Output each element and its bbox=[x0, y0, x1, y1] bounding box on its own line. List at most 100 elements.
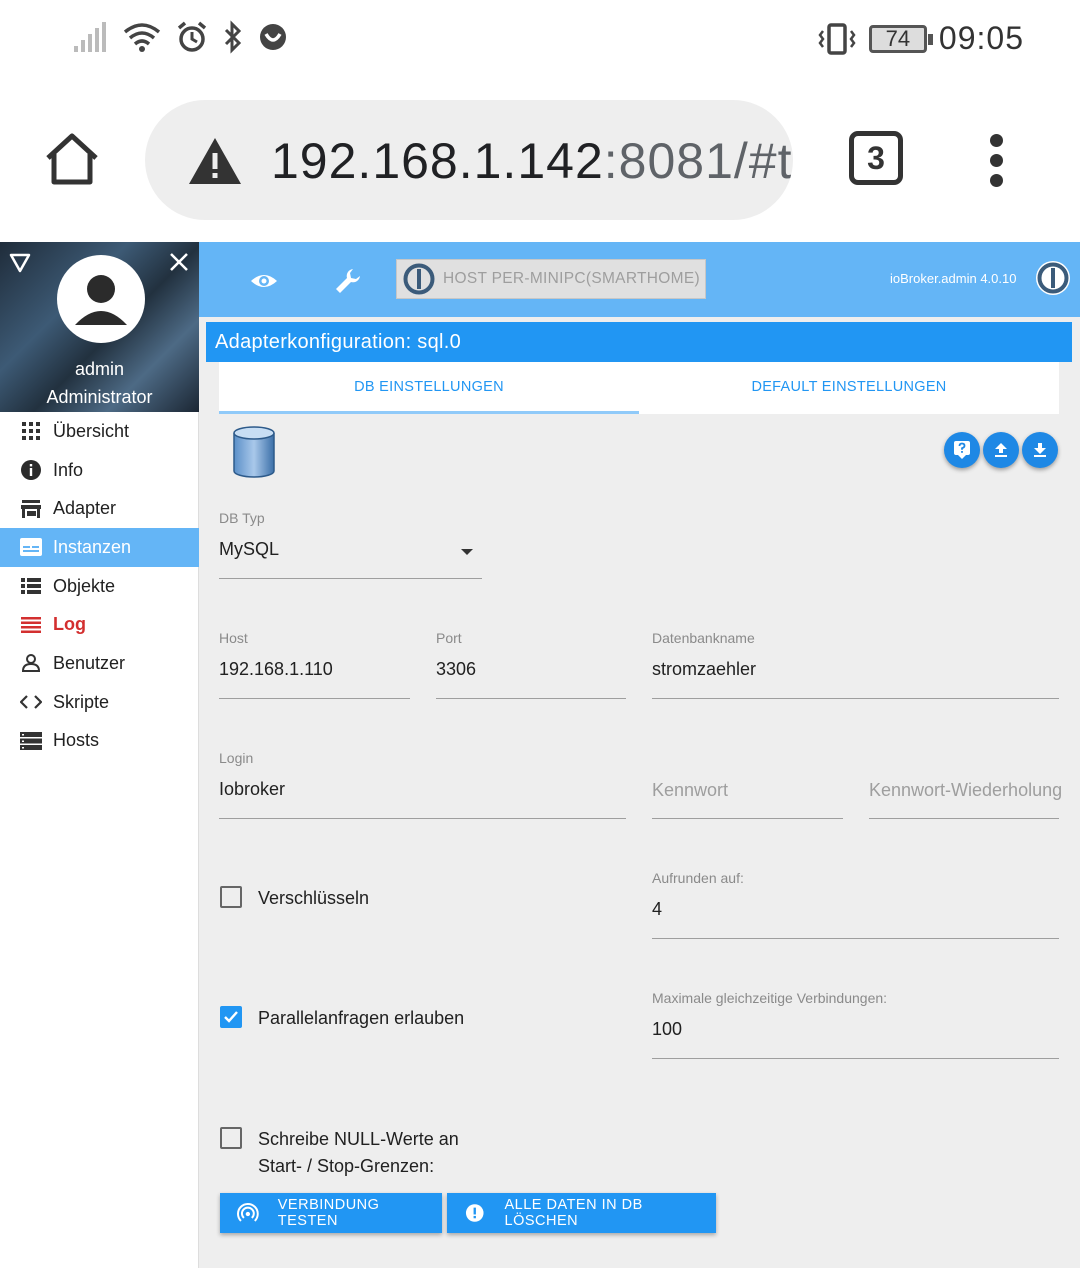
host-value[interactable]: 192.168.1.110 bbox=[219, 659, 333, 680]
alarm-icon bbox=[177, 21, 207, 52]
max-connections-value[interactable]: 100 bbox=[652, 1019, 682, 1040]
delete-all-data-button[interactable]: ALLE DATEN IN DB LÖSCHEN bbox=[447, 1193, 716, 1233]
sidebar-item-label: Skripte bbox=[53, 691, 110, 712]
url-path: :8081/#t bbox=[603, 133, 793, 189]
person-icon bbox=[75, 275, 127, 325]
wrench-icon[interactable] bbox=[333, 266, 363, 296]
db-type-label: DB Typ bbox=[219, 510, 265, 526]
write-null-label: Schreibe NULL-Werte an Start- / Stop-Gre… bbox=[258, 1126, 459, 1180]
overflow-menu-icon[interactable] bbox=[984, 134, 1008, 188]
max-connections-field[interactable]: Maximale gleichzeitige Verbindungen: 100 bbox=[652, 990, 1059, 1060]
sidebar: admin Administrator Übersicht Info Adapt… bbox=[0, 242, 199, 1268]
tab-db-einstellungen[interactable]: DB EINSTELLUNGEN bbox=[219, 362, 639, 414]
url-text[interactable]: 192.168.1.142:8081/#t bbox=[271, 132, 792, 190]
sidebar-header: admin Administrator bbox=[0, 242, 199, 412]
host-label: Host bbox=[219, 630, 248, 646]
vibrate-icon bbox=[818, 22, 856, 55]
delete-all-data-label: ALLE DATEN IN DB LÖSCHEN bbox=[504, 1197, 643, 1229]
wifi-icon bbox=[123, 23, 161, 52]
iobroker-admin: admin Administrator Übersicht Info Adapt… bbox=[0, 242, 1080, 1268]
password-field[interactable]: Kennwort bbox=[652, 750, 843, 820]
user-name: admin bbox=[74, 359, 125, 379]
port-value[interactable]: 3306 bbox=[436, 659, 476, 680]
eye-icon[interactable] bbox=[249, 266, 279, 296]
sidebar-item-hosts[interactable]: Hosts bbox=[0, 722, 199, 761]
alert-circle-icon bbox=[465, 1204, 484, 1222]
signal-icon bbox=[74, 22, 106, 52]
help-icon bbox=[954, 441, 970, 459]
port-field[interactable]: Port 3306 bbox=[436, 630, 626, 700]
page-title: Adapterkonfiguration: sql.0 bbox=[206, 322, 1072, 362]
tab-switcher-button[interactable]: 3 bbox=[849, 131, 903, 185]
status-bar: 74 09:05 bbox=[0, 0, 1080, 78]
sidebar-item-skripte[interactable]: Skripte bbox=[0, 683, 199, 722]
host-selector[interactable]: HOST PER-MINIPC(SMARTHOME) bbox=[396, 259, 706, 299]
sidebar-item-info[interactable]: Info bbox=[0, 451, 199, 490]
download-icon bbox=[1034, 443, 1046, 457]
sidebar-item-log[interactable]: Log bbox=[0, 605, 199, 644]
help-button[interactable] bbox=[944, 432, 980, 468]
sidebar-item-label: Adapter bbox=[53, 498, 117, 519]
write-null-checkbox[interactable] bbox=[220, 1127, 242, 1149]
round-field[interactable]: Aufrunden auf: 4 bbox=[652, 870, 1059, 940]
dbname-value[interactable]: stromzaehler bbox=[652, 659, 756, 680]
db-type-select[interactable]: DB Typ MySQL bbox=[219, 510, 482, 580]
dbname-field[interactable]: Datenbankname stromzaehler bbox=[652, 630, 1059, 700]
status-icons-right: 74 09:05 bbox=[817, 20, 1024, 57]
login-field[interactable]: Login Iobroker bbox=[219, 750, 626, 820]
password-repeat-field[interactable]: Kennwort-Wiederholung bbox=[869, 750, 1063, 820]
sidebar-item-uebersicht[interactable]: Übersicht bbox=[0, 412, 199, 451]
config-tabs: DB EINSTELLUNGEN DEFAULT EINSTELLUNGEN bbox=[219, 362, 1059, 414]
write-null-label-line1: Schreibe NULL-Werte an bbox=[258, 1129, 459, 1149]
round-value[interactable]: 4 bbox=[652, 899, 662, 920]
checkmark-icon bbox=[224, 1011, 238, 1023]
instances-icon bbox=[20, 538, 42, 557]
test-connection-button[interactable]: VERBINDUNG TESTEN bbox=[220, 1193, 442, 1233]
sidebar-item-benutzer[interactable]: Benutzer bbox=[0, 644, 199, 683]
url-host: 192.168.1.142 bbox=[271, 133, 604, 189]
sidebar-nav: Übersicht Info Adapter Instanzen Objekte… bbox=[0, 412, 199, 760]
password-placeholder: Kennwort bbox=[652, 780, 729, 800]
sidebar-item-objekte[interactable]: Objekte bbox=[0, 567, 199, 606]
sidebar-item-instanzen[interactable]: Instanzen bbox=[0, 528, 199, 567]
app-toolbar: HOST PER-MINIPC(SMARTHOME) ioBroker.admi… bbox=[199, 242, 1080, 317]
sidebar-item-adapter[interactable]: Adapter bbox=[0, 489, 199, 528]
info-icon bbox=[21, 460, 41, 481]
sidebar-item-label: Objekte bbox=[53, 575, 116, 596]
sidebar-item-label: Hosts bbox=[53, 730, 100, 751]
avatar[interactable] bbox=[57, 255, 145, 343]
write-null-label-line2: Start- / Stop-Grenzen: bbox=[258, 1156, 435, 1176]
warning-icon[interactable] bbox=[187, 136, 243, 186]
host-selector-label: HOST PER-MINIPC(SMARTHOME) bbox=[443, 270, 700, 287]
store-icon bbox=[21, 499, 41, 518]
download-button[interactable] bbox=[1022, 432, 1058, 468]
log-icon bbox=[21, 616, 41, 633]
collapse-triangle-icon[interactable] bbox=[9, 252, 31, 274]
password-repeat-placeholder: Kennwort-Wiederholung bbox=[869, 780, 1063, 800]
encrypt-checkbox[interactable] bbox=[220, 886, 242, 908]
parallel-label: Parallelanfragen erlauben bbox=[258, 1008, 465, 1028]
apps-grid-icon bbox=[22, 422, 40, 441]
browser-toolbar: 192.168.1.142:8081/#t 3 bbox=[0, 78, 1080, 242]
round-label: Aufrunden auf: bbox=[652, 870, 744, 886]
max-connections-label: Maximale gleichzeitige Verbindungen: bbox=[652, 990, 888, 1006]
upload-button[interactable] bbox=[983, 432, 1019, 468]
iobroker-logo-icon[interactable] bbox=[1035, 260, 1071, 296]
sidebar-item-label: Instanzen bbox=[53, 536, 132, 557]
port-label: Port bbox=[436, 630, 462, 646]
db-type-value: MySQL bbox=[219, 539, 280, 559]
tab-default-einstellungen[interactable]: DEFAULT EINSTELLUNGEN bbox=[639, 362, 1059, 414]
address-bar[interactable]: 192.168.1.142:8081/#t bbox=[145, 100, 793, 220]
login-value[interactable]: Iobroker bbox=[219, 779, 285, 800]
test-connection-label: VERBINDUNG TESTEN bbox=[277, 1197, 380, 1229]
close-icon[interactable] bbox=[168, 251, 190, 273]
home-icon[interactable] bbox=[40, 128, 104, 192]
parallel-checkbox[interactable] bbox=[220, 1006, 242, 1028]
sidebar-item-label: Log bbox=[53, 614, 86, 635]
list-icon bbox=[21, 578, 41, 595]
host-field[interactable]: Host 192.168.1.110 bbox=[219, 630, 410, 700]
user-role: Administrator bbox=[46, 387, 153, 407]
app-notification-icon bbox=[260, 24, 286, 50]
chevron-down-icon[interactable] bbox=[460, 548, 474, 556]
sidebar-item-label: Übersicht bbox=[53, 420, 130, 441]
